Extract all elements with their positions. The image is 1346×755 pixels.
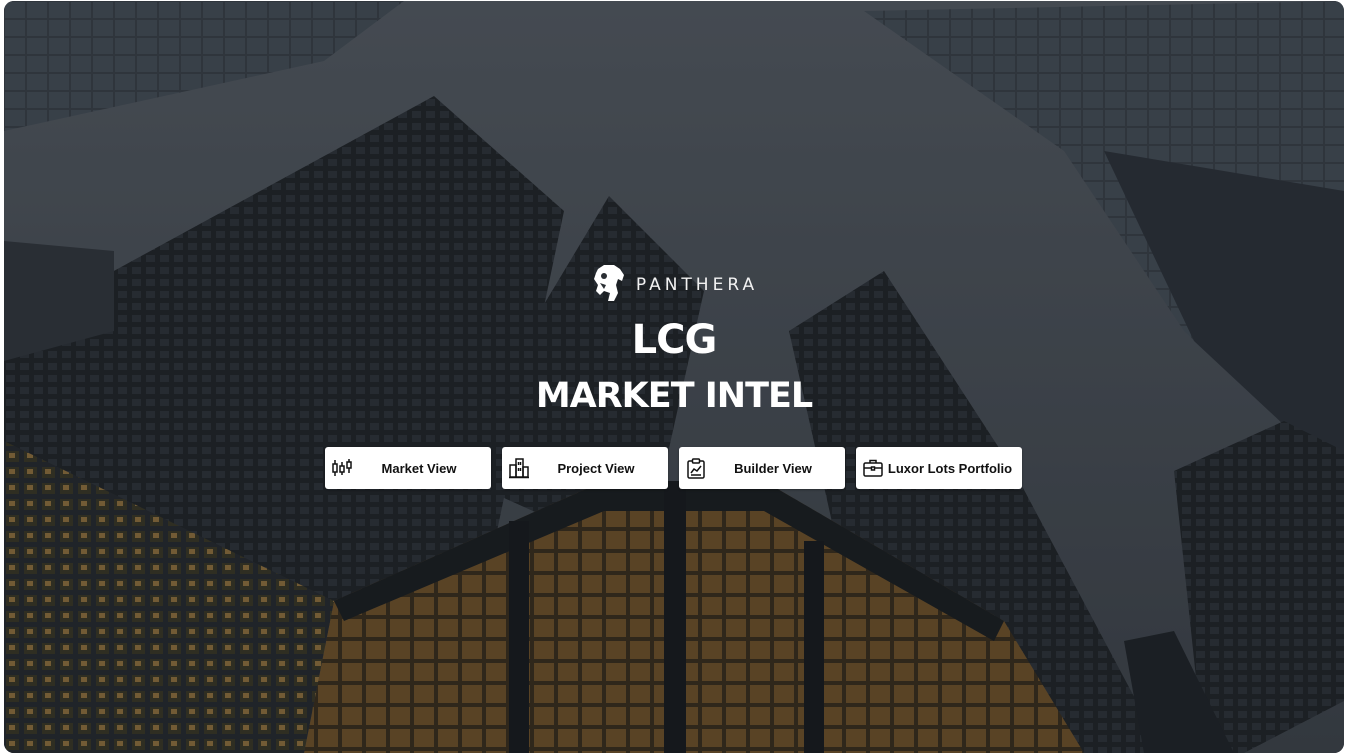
brand-name: PANTHERA xyxy=(635,275,759,295)
panther-head-icon xyxy=(590,263,630,308)
app-window: PANTHERA LCG MARKET INTEL Market View Pr… xyxy=(4,1,1344,753)
nav-button-group: Market View Project View Builder View Lu… xyxy=(325,447,1022,489)
builder-view-label: Builder View xyxy=(734,460,812,476)
luxor-lots-portfolio-button[interactable]: Luxor Lots Portfolio xyxy=(856,447,1022,489)
briefcase-icon xyxy=(862,457,884,479)
clipboard-chart-icon xyxy=(685,457,707,479)
market-view-label: Market View xyxy=(381,460,457,476)
hero-section: PANTHERA LCG MARKET INTEL xyxy=(4,263,1344,416)
builder-view-button[interactable]: Builder View xyxy=(679,447,845,489)
page-title: LCG xyxy=(631,316,718,363)
luxor-lots-portfolio-label: Luxor Lots Portfolio xyxy=(887,460,1013,476)
buildings-icon xyxy=(508,457,530,479)
page-subtitle: MARKET INTEL xyxy=(535,375,813,416)
project-view-button[interactable]: Project View xyxy=(502,447,668,489)
brand-logo: PANTHERA xyxy=(590,263,758,307)
candlestick-chart-icon xyxy=(331,457,353,479)
project-view-label: Project View xyxy=(557,460,635,476)
market-view-button[interactable]: Market View xyxy=(325,447,491,489)
